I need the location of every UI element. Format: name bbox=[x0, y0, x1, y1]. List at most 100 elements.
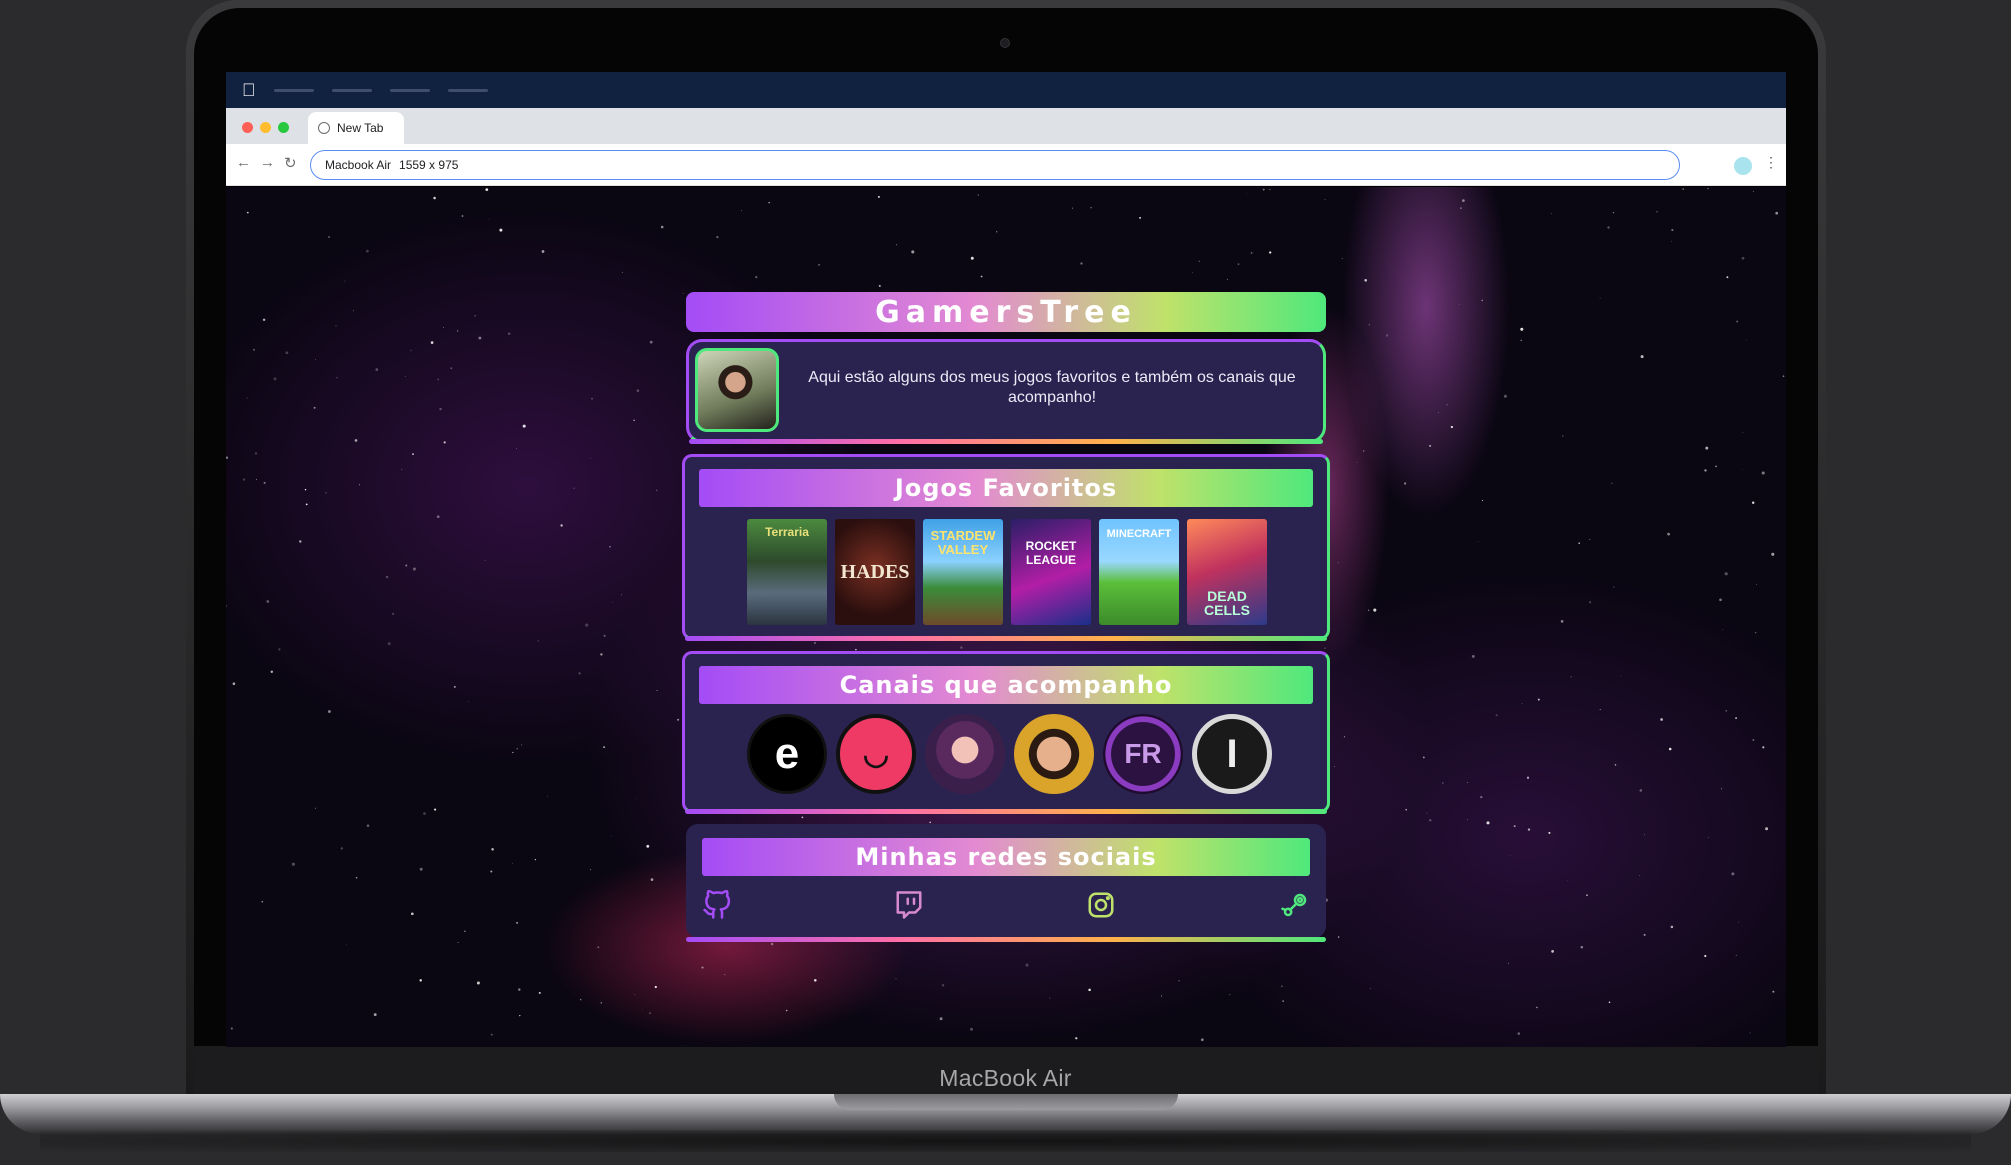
reload-icon[interactable]: ↻ bbox=[284, 154, 297, 172]
star bbox=[236, 353, 238, 355]
star bbox=[1269, 251, 1272, 254]
github-icon[interactable] bbox=[702, 890, 732, 920]
star bbox=[1537, 698, 1540, 701]
star bbox=[1458, 303, 1460, 306]
browser-tab[interactable]: New Tab bbox=[308, 112, 404, 144]
star bbox=[519, 1014, 521, 1017]
star bbox=[433, 196, 436, 200]
star bbox=[646, 844, 650, 848]
screen:  New Tab ← → ↻ Macbook Air 1559 x 975 ⋮… bbox=[226, 72, 1786, 1047]
star bbox=[682, 292, 684, 294]
star bbox=[512, 751, 514, 754]
star bbox=[354, 439, 358, 442]
star bbox=[1735, 954, 1737, 957]
star bbox=[461, 215, 464, 217]
game-cover-stardew-valley[interactable]: STARDEW VALLEY bbox=[923, 519, 1003, 625]
window-minimize-button[interactable] bbox=[260, 122, 271, 133]
forward-arrow-icon[interactable]: → bbox=[260, 154, 275, 171]
star bbox=[1761, 471, 1765, 475]
channel-avatar[interactable] bbox=[1014, 714, 1094, 794]
star bbox=[1738, 921, 1739, 923]
star bbox=[1715, 465, 1717, 468]
star bbox=[573, 487, 575, 489]
star bbox=[488, 218, 490, 220]
game-cover-minecraft[interactable]: MINECRAFT bbox=[1099, 519, 1179, 625]
star bbox=[1482, 499, 1484, 502]
more-options-icon[interactable]: ⋮ bbox=[1764, 154, 1778, 171]
star bbox=[491, 848, 494, 851]
star bbox=[1639, 789, 1643, 792]
star bbox=[512, 863, 513, 865]
star bbox=[405, 564, 408, 567]
game-cover-dead-cells[interactable]: DEAD CELLS bbox=[1187, 519, 1267, 625]
menu-item-placeholder[interactable] bbox=[273, 88, 314, 92]
twitch-icon[interactable] bbox=[894, 890, 924, 920]
star bbox=[716, 235, 719, 239]
star bbox=[609, 546, 611, 548]
profile-avatar[interactable] bbox=[1734, 157, 1752, 175]
star bbox=[600, 653, 603, 656]
star bbox=[256, 478, 257, 480]
star bbox=[419, 979, 422, 982]
star bbox=[355, 877, 358, 879]
star bbox=[633, 419, 635, 421]
instagram-icon[interactable] bbox=[1086, 890, 1116, 920]
channel-avatar[interactable] bbox=[925, 714, 1005, 794]
star bbox=[1462, 199, 1465, 202]
game-cover-rocket-league[interactable]: ROCKET LEAGUE bbox=[1011, 519, 1091, 625]
star bbox=[1324, 647, 1326, 649]
star bbox=[314, 359, 316, 361]
star bbox=[1403, 482, 1407, 485]
social-section: Minhas redes sociais bbox=[686, 824, 1326, 942]
menu-item-placeholder[interactable] bbox=[389, 88, 430, 92]
star bbox=[328, 236, 330, 238]
star bbox=[464, 930, 466, 933]
channels-section: Canais que acompanho e ◡ FR I bbox=[682, 651, 1330, 814]
star bbox=[1442, 782, 1444, 784]
star bbox=[603, 634, 606, 637]
channel-avatar[interactable]: ◡ bbox=[836, 714, 916, 794]
favorite-games-section: Jogos Favoritos Terraria HADES STARDEW V… bbox=[682, 454, 1330, 641]
star bbox=[996, 231, 998, 233]
apple-icon[interactable]:  bbox=[242, 80, 256, 101]
window-close-button[interactable] bbox=[242, 122, 253, 133]
star bbox=[1707, 187, 1709, 190]
star bbox=[1771, 552, 1775, 556]
star bbox=[1671, 228, 1674, 232]
star bbox=[1341, 258, 1343, 259]
channel-avatar[interactable]: I bbox=[1192, 714, 1272, 794]
channel-avatar[interactable]: FR bbox=[1103, 714, 1183, 794]
star bbox=[366, 249, 369, 253]
star bbox=[654, 985, 657, 989]
address-text: Macbook Air bbox=[325, 158, 392, 172]
star bbox=[262, 318, 266, 322]
star bbox=[345, 944, 347, 946]
star bbox=[261, 901, 263, 903]
back-arrow-icon[interactable]: ← bbox=[236, 154, 251, 171]
star bbox=[1599, 709, 1601, 711]
star bbox=[442, 327, 444, 328]
star bbox=[1429, 819, 1432, 822]
star bbox=[266, 600, 270, 603]
star bbox=[1495, 714, 1498, 717]
star bbox=[1705, 446, 1709, 450]
address-bar[interactable]: Macbook Air 1559 x 975 bbox=[310, 150, 1680, 180]
game-cover-hades[interactable]: HADES bbox=[835, 519, 915, 625]
channel-avatar[interactable]: e bbox=[747, 714, 827, 794]
star bbox=[1724, 572, 1728, 576]
menu-item-placeholder[interactable] bbox=[447, 88, 488, 92]
star bbox=[1656, 211, 1658, 213]
steam-icon[interactable] bbox=[1280, 890, 1310, 920]
star bbox=[273, 377, 277, 381]
menu-item-placeholder[interactable] bbox=[331, 88, 372, 92]
star bbox=[980, 275, 983, 278]
star bbox=[387, 642, 391, 646]
star bbox=[314, 807, 316, 809]
star bbox=[1520, 327, 1524, 331]
star bbox=[1517, 1032, 1521, 1035]
star bbox=[516, 748, 518, 750]
game-cover-terraria[interactable]: Terraria bbox=[747, 519, 827, 625]
star bbox=[1745, 339, 1747, 341]
star bbox=[1269, 188, 1271, 191]
window-maximize-button[interactable] bbox=[278, 122, 289, 133]
